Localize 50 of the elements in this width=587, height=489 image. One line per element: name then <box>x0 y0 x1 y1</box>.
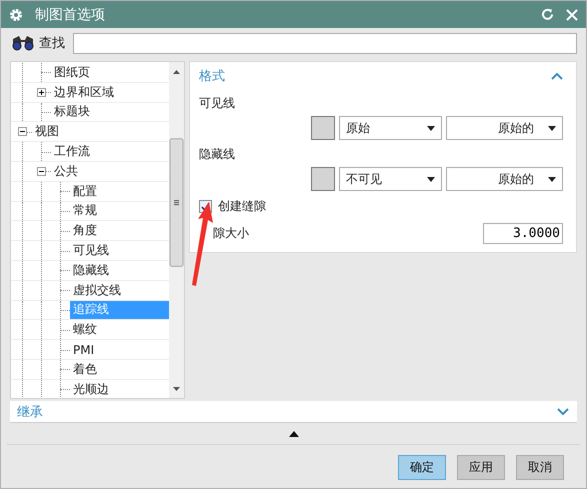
line-font-dropdown[interactable]: 原始 <box>339 116 442 140</box>
dialog-button[interactable]: 确定 <box>398 455 446 480</box>
collapse-icon[interactable] <box>18 127 27 136</box>
line-width-dropdown[interactable]: 原始的 <box>446 116 563 140</box>
window-title: 制图首选项 <box>35 6 106 24</box>
tree-item[interactable]: 可见线 <box>70 241 169 260</box>
field-label: 可见线 <box>199 95 236 112</box>
tree-item[interactable]: 标题块 <box>51 102 169 122</box>
checkbox-label: 创建缝隙 <box>218 198 266 215</box>
caret-icon <box>427 126 435 130</box>
reset-icon[interactable] <box>541 8 554 21</box>
close-icon[interactable] <box>566 8 578 20</box>
expand-icon[interactable] <box>37 88 46 97</box>
settings-icon <box>9 8 23 22</box>
collapse-icon[interactable] <box>37 166 46 176</box>
tree-item[interactable]: 图纸页 <box>51 63 169 82</box>
line-width-dropdown[interactable]: 原始的 <box>446 167 563 191</box>
tree-item[interactable]: 角度 <box>70 221 169 240</box>
section-title[interactable]: 继承 <box>17 402 43 420</box>
tree-item[interactable]: 边界和区域 <box>51 82 169 102</box>
field-label: 隙大小 <box>213 225 249 242</box>
tree-item[interactable]: 常规 <box>70 202 169 220</box>
triangle-up-icon[interactable] <box>288 430 298 436</box>
tree-item[interactable]: 视图 <box>32 122 169 142</box>
tree-item[interactable]: 工作流 <box>51 142 169 161</box>
search-label: 查找 <box>39 35 65 52</box>
chevron-down-icon[interactable] <box>557 408 569 416</box>
search-field[interactable] <box>73 32 577 54</box>
color-swatch[interactable] <box>311 167 335 191</box>
color-swatch[interactable] <box>311 116 335 140</box>
tree-item[interactable]: PMI <box>70 340 169 359</box>
tree-item[interactable]: 公共 <box>51 162 169 181</box>
chevron-up-icon[interactable] <box>551 72 563 80</box>
gap-size-field[interactable]: 3.0000 <box>483 222 563 244</box>
field-label: 隐藏线 <box>199 146 236 163</box>
section-title[interactable]: 格式 <box>199 67 225 85</box>
line-font-dropdown[interactable]: 不可见 <box>339 167 442 191</box>
tree-item[interactable]: 着色 <box>70 360 169 379</box>
caret-icon <box>548 176 556 182</box>
scrollbar[interactable] <box>169 62 184 398</box>
tree-item[interactable]: 光顺边 <box>70 380 169 398</box>
dialog-button[interactable]: 应用 <box>457 455 505 480</box>
tree-item[interactable]: 螺纹 <box>70 320 169 340</box>
dialog-button[interactable]: 取消 <box>516 455 564 480</box>
tree-item[interactable]: 虚拟交线 <box>70 280 169 300</box>
tree-item[interactable]: 隐藏线 <box>70 260 169 280</box>
tree-item[interactable]: 配置 <box>70 182 169 201</box>
binoculars-icon <box>11 35 35 51</box>
caret-icon <box>427 176 435 182</box>
caret-icon <box>548 126 556 130</box>
